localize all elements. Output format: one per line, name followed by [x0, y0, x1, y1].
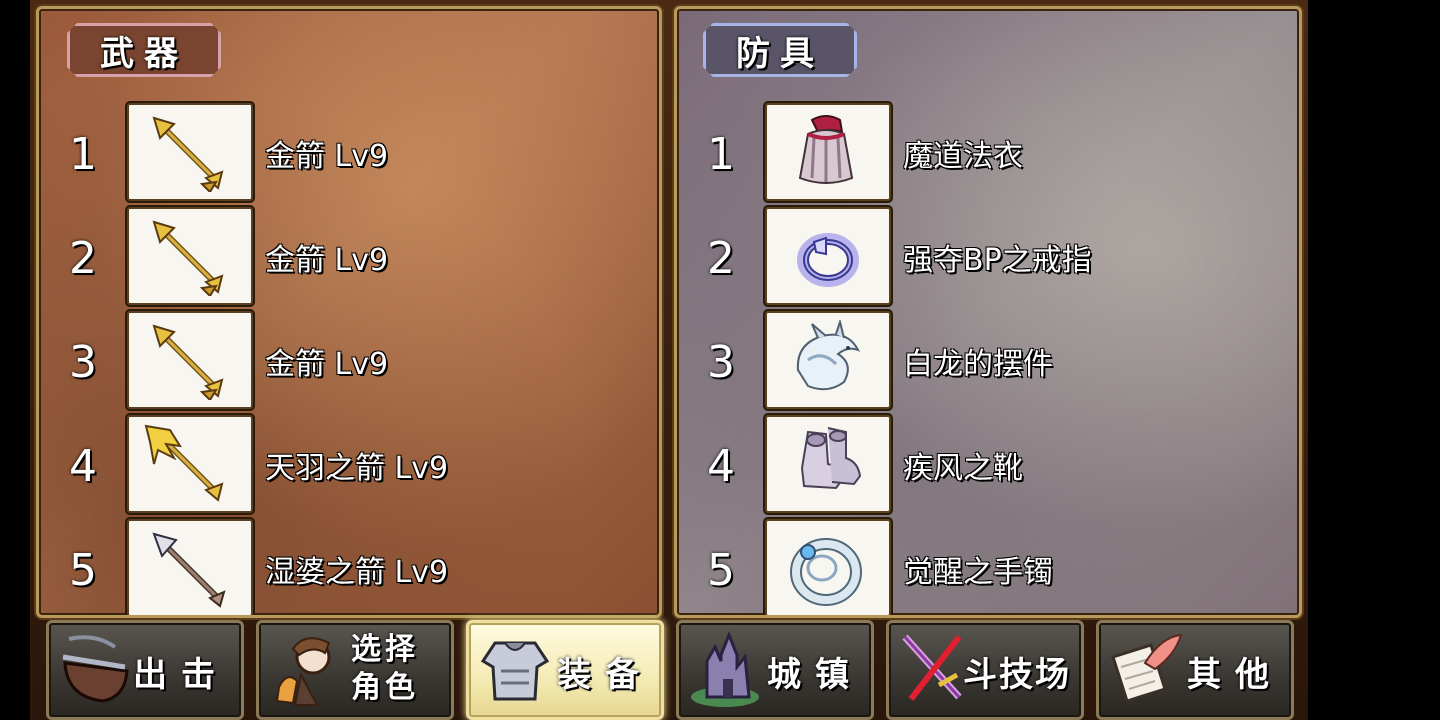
item-frame[interactable] [765, 207, 891, 305]
item-name: 金箭 Lv9 [265, 139, 389, 174]
slot-number: 5 [69, 545, 97, 596]
item-frame[interactable] [127, 103, 253, 201]
town-label: 城镇 [767, 655, 863, 695]
item-name: 天羽之箭 Lv9 [265, 451, 449, 486]
slot-number: 4 [69, 441, 97, 492]
weapon-slot-4[interactable]: 4 天羽之箭 Lv9 [39, 415, 659, 513]
select-label-line1: 选择 [351, 632, 419, 667]
golden-arrow-icon [152, 220, 224, 296]
weapon-slot-2[interactable]: 2 金箭 Lv9 [39, 207, 659, 305]
castle-icon [691, 630, 759, 707]
armor-slot-5[interactable]: 5 觉醒之手镯 [677, 519, 1299, 615]
item-frame[interactable] [765, 103, 891, 201]
slot-number: 5 [707, 545, 735, 596]
equip-label: 装备 [557, 655, 653, 695]
select-character-button[interactable]: 选择 角色 [256, 620, 454, 720]
item-frame[interactable] [127, 311, 253, 409]
slot-number: 3 [707, 337, 735, 388]
item-frame[interactable] [765, 311, 891, 409]
arena-label: 斗技场 [963, 655, 1071, 695]
war-helmet-icon [62, 635, 129, 703]
game-screen: 武器 1 金箭 Lv9 2 金箭 Lv9 3 金箭 Lv9 4 天羽之箭 Lv9… [30, 0, 1308, 720]
feather-arrow-icon [144, 424, 224, 502]
armor-slot-2[interactable]: 2 强夺BP之戒指 [677, 207, 1299, 305]
slot-number: 1 [707, 129, 735, 180]
item-name: 金箭 Lv9 [265, 347, 389, 382]
bracelet-icon [790, 538, 862, 606]
armor-title: 防具 [703, 23, 857, 77]
silver-arrow-icon [152, 532, 226, 608]
weapons-title: 武器 [67, 23, 221, 77]
weapons-panel: 武器 1 金箭 Lv9 2 金箭 Lv9 3 金箭 Lv9 4 天羽之箭 Lv9… [36, 6, 662, 618]
weapon-slot-1[interactable]: 1 金箭 Lv9 [39, 103, 659, 201]
item-name: 魔道法衣 [903, 139, 1023, 174]
armor-slot-1[interactable]: 1 魔道法衣 [677, 103, 1299, 201]
ring-icon [797, 233, 859, 287]
sortie-button[interactable]: 出击 [46, 620, 244, 720]
armor-slot-4[interactable]: 4 疾风之靴 [677, 415, 1299, 513]
select-label-line2: 角色 [351, 670, 419, 705]
armor-icon [480, 641, 550, 701]
select-character-label: 选择 角色 [351, 631, 419, 707]
item-name: 疾风之靴 [903, 451, 1023, 486]
weapon-slot-5[interactable]: 5 湿婆之箭 Lv9 [39, 519, 659, 615]
golden-arrow-icon [152, 324, 224, 400]
item-frame[interactable] [765, 415, 891, 513]
item-frame[interactable] [765, 519, 891, 615]
item-frame[interactable] [127, 415, 253, 513]
item-name: 强夺BP之戒指 [903, 243, 1092, 278]
armor-panel: 防具 1 魔道法衣 2 强夺BP之戒指 3 白龙的摆件 4 疾风之靴 5 觉醒之… [674, 6, 1302, 618]
item-name: 觉醒之手镯 [903, 555, 1053, 590]
item-frame[interactable] [127, 207, 253, 305]
white-dragon-icon [796, 320, 861, 391]
sortie-label: 出击 [133, 655, 229, 695]
bottom-nav: 出击 选择 角色 装备 城镇 斗技场 其他 [30, 618, 1308, 720]
weapon-slot-3[interactable]: 3 金箭 Lv9 [39, 311, 659, 409]
robe-icon [798, 115, 854, 184]
scroll-quill-icon [1111, 633, 1183, 703]
other-button[interactable]: 其他 [1096, 620, 1294, 720]
item-frame[interactable] [127, 519, 253, 615]
armor-slot-3[interactable]: 3 白龙的摆件 [677, 311, 1299, 409]
slot-number: 4 [707, 441, 735, 492]
character-portrait-icon [275, 637, 331, 706]
boots-icon [800, 427, 862, 490]
town-button[interactable]: 城镇 [676, 620, 874, 720]
golden-arrow-icon [152, 116, 224, 192]
other-label: 其他 [1187, 655, 1283, 695]
equip-button[interactable]: 装备 [466, 620, 664, 720]
slot-number: 2 [69, 233, 97, 284]
slot-number: 3 [69, 337, 97, 388]
item-name: 湿婆之箭 Lv9 [265, 555, 449, 590]
slot-number: 2 [707, 233, 735, 284]
arena-button[interactable]: 斗技场 [886, 620, 1084, 720]
item-name: 白龙的摆件 [903, 347, 1053, 382]
item-name: 金箭 Lv9 [265, 243, 389, 278]
slot-number: 1 [69, 129, 97, 180]
